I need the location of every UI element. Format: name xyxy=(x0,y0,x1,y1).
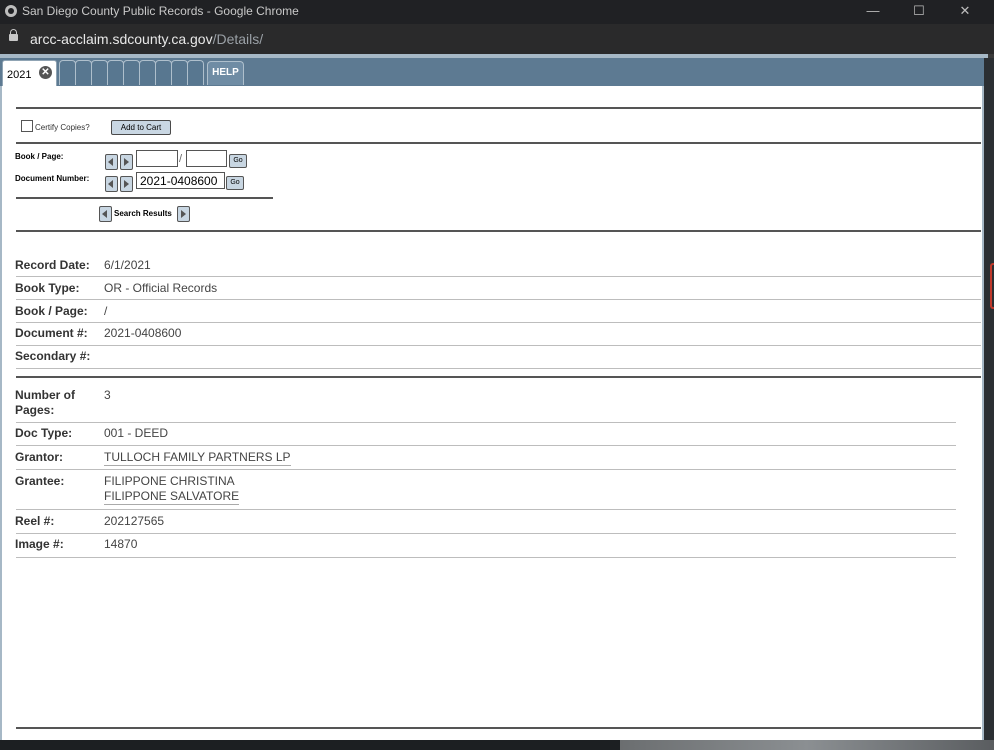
empty-tab[interactable] xyxy=(107,60,124,85)
doc-type-value: 001 - DEED xyxy=(104,426,169,440)
reel-number-label: Reel #: xyxy=(15,514,55,528)
divider xyxy=(16,230,981,232)
tab-2021[interactable]: 2021 ✕ xyxy=(2,60,57,87)
empty-tab[interactable] xyxy=(171,60,188,85)
browser-title-bar: San Diego County Public Records - Google… xyxy=(0,0,994,24)
background-mark xyxy=(990,263,994,309)
empty-tab[interactable] xyxy=(139,60,156,85)
book-page-separator: / xyxy=(179,153,183,165)
number-of-pages-label: Number of xyxy=(15,388,75,402)
divider xyxy=(16,107,981,109)
row-divider xyxy=(16,299,981,300)
tab-label: 2021 xyxy=(7,69,32,81)
minimize-button[interactable]: — xyxy=(850,0,896,24)
close-tab-icon[interactable]: ✕ xyxy=(39,66,52,79)
book-next-icon[interactable] xyxy=(120,154,133,170)
page-input[interactable] xyxy=(186,150,227,167)
background-photo xyxy=(620,740,994,750)
document-prev-icon[interactable] xyxy=(105,176,118,192)
details-panel: Certify Copies? Add to Cart Book / Page:… xyxy=(2,86,982,740)
document-number-row-label: Document #: xyxy=(15,326,88,340)
document-next-icon[interactable] xyxy=(120,176,133,192)
desktop-background xyxy=(984,58,994,750)
url-path: /Details/ xyxy=(212,31,264,47)
row-divider xyxy=(16,345,981,346)
maximize-button[interactable]: ☐ xyxy=(896,0,942,24)
number-of-pages-value: 3 xyxy=(104,388,111,402)
doc-type-label: Doc Type: xyxy=(15,426,73,440)
divider xyxy=(16,142,981,144)
row-divider xyxy=(16,509,956,510)
image-number-label: Image #: xyxy=(15,537,64,551)
search-results-link[interactable]: Search Results xyxy=(114,209,172,218)
empty-tab[interactable] xyxy=(155,60,172,85)
lock-icon xyxy=(9,29,18,41)
empty-tab[interactable] xyxy=(123,60,140,85)
book-page-label: Book / Page: xyxy=(15,304,88,318)
window-title: San Diego County Public Records - Google… xyxy=(22,4,299,18)
chrome-icon xyxy=(5,5,17,17)
row-divider xyxy=(16,368,981,369)
book-page-nav-label: Book / Page: xyxy=(15,152,64,161)
document-number-input[interactable]: 2021-0408600 xyxy=(136,172,225,189)
book-page-value: / xyxy=(104,304,108,318)
row-divider xyxy=(16,533,956,534)
secondary-number-label: Secondary #: xyxy=(15,349,91,363)
grantor-link[interactable]: TULLOCH FAMILY PARTNERS LP xyxy=(104,450,291,466)
search-results-next-icon[interactable] xyxy=(177,206,190,222)
reel-number-value: 202127565 xyxy=(104,514,165,528)
empty-tab[interactable] xyxy=(59,60,76,85)
book-type-label: Book Type: xyxy=(15,281,80,295)
url-domain: arcc-acclaim.sdcounty.ca.gov xyxy=(30,31,213,47)
empty-tab[interactable] xyxy=(91,60,108,85)
divider xyxy=(16,376,981,378)
record-date-label: Record Date: xyxy=(15,258,90,272)
grantee-link[interactable]: FILIPPONE CHRISTINA xyxy=(104,474,235,488)
empty-tab[interactable] xyxy=(75,60,92,85)
empty-tab[interactable] xyxy=(187,60,204,85)
row-divider xyxy=(16,557,956,558)
tab-help[interactable]: HELP xyxy=(207,61,244,85)
document-number-row-value: 2021-0408600 xyxy=(104,326,182,340)
grantor-label: Grantor: xyxy=(15,450,63,464)
add-to-cart-button[interactable]: Add to Cart xyxy=(111,120,171,135)
certify-copies-checkbox[interactable] xyxy=(21,120,33,132)
book-input[interactable] xyxy=(136,150,178,167)
book-prev-icon[interactable] xyxy=(105,154,118,170)
address-bar[interactable]: arcc-acclaim.sdcounty.ca.gov/Details/ xyxy=(0,24,994,54)
book-type-value: OR - Official Records xyxy=(104,281,218,295)
desktop-background-bottom xyxy=(0,740,994,750)
grantee-link[interactable]: FILIPPONE SALVATORE xyxy=(104,489,240,505)
certify-copies-label: Certify Copies? xyxy=(35,123,90,132)
search-results-prev-icon[interactable] xyxy=(99,206,112,222)
book-go-button[interactable]: Go xyxy=(229,154,247,168)
row-divider xyxy=(16,469,956,470)
row-divider xyxy=(16,322,981,323)
divider xyxy=(16,197,273,199)
close-window-button[interactable]: ✕ xyxy=(942,0,988,24)
row-divider xyxy=(16,276,981,277)
record-date-value: 6/1/2021 xyxy=(104,258,151,272)
image-number-value: 14870 xyxy=(104,537,138,551)
row-divider xyxy=(16,422,956,423)
row-divider xyxy=(16,445,956,446)
number-of-pages-label-2: Pages: xyxy=(15,403,55,417)
divider xyxy=(16,727,981,729)
document-go-button[interactable]: Go xyxy=(226,176,244,190)
document-number-label: Document Number: xyxy=(15,174,90,183)
url-text[interactable]: arcc-acclaim.sdcounty.ca.gov/Details/ xyxy=(30,31,263,47)
grantee-label: Grantee: xyxy=(15,474,65,488)
